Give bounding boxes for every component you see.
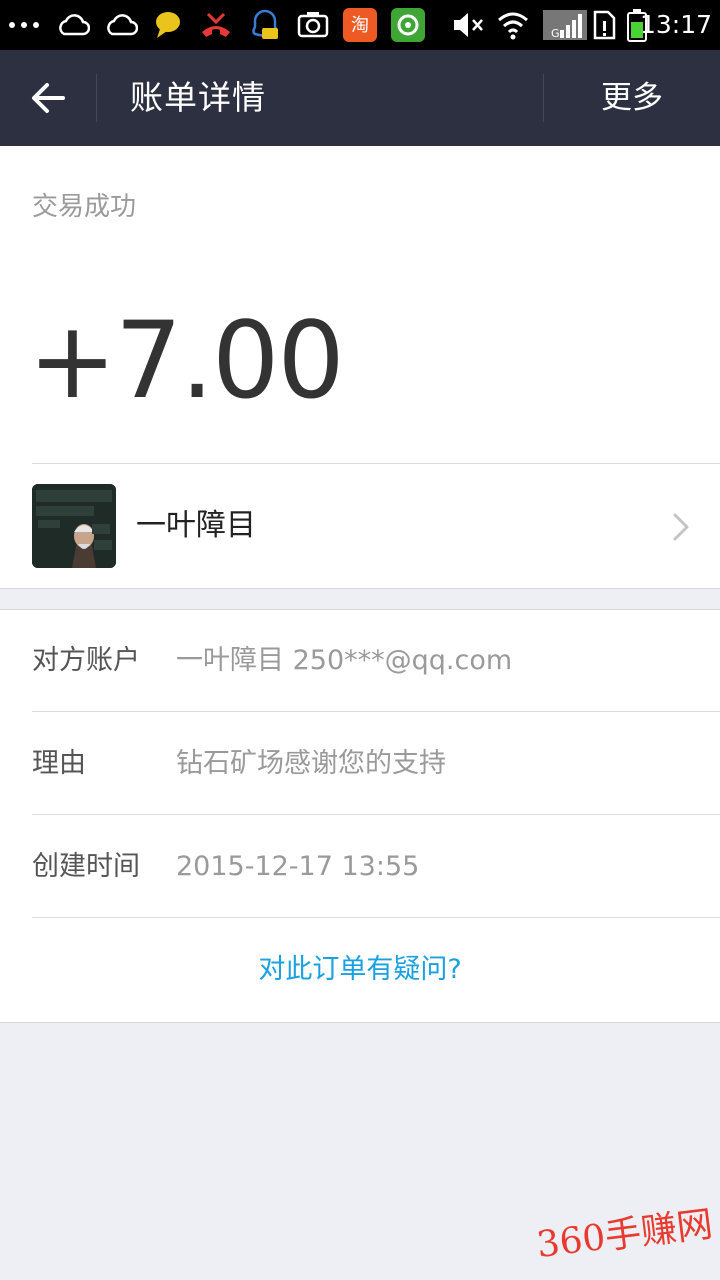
cloud-icon — [107, 14, 138, 36]
chat-bubble-icon — [156, 12, 180, 38]
detail-row-created-time: 创建时间 2015-12-17 13:55 — [0, 816, 720, 918]
svg-text:淘: 淘 — [351, 15, 369, 36]
transaction-status: 交易成功 — [32, 192, 137, 222]
status-time: 13:17 — [639, 10, 712, 39]
signal-icon: G — [543, 10, 587, 40]
mute-icon — [454, 13, 483, 37]
detail-value: 一叶障目 250***@qq.com — [176, 645, 513, 676]
status-bar: 淘 G 13:17 — [0, 0, 720, 50]
detail-label: 理由 — [32, 748, 86, 779]
divider — [32, 711, 720, 712]
taobao-icon: 淘 — [343, 8, 377, 42]
detail-row-account: 对方账户 一叶障目 250***@qq.com — [0, 610, 720, 712]
divider — [32, 814, 720, 815]
detail-value: 钻石矿场感谢您的支持 — [176, 748, 446, 779]
cloud-icon — [59, 14, 90, 36]
detail-label: 对方账户 — [32, 645, 140, 676]
more-button[interactable]: 更多 — [544, 50, 720, 146]
back-arrow-icon — [32, 83, 65, 113]
avatar-image — [32, 484, 116, 568]
transaction-details-card: 对方账户 一叶障目 250***@qq.com 理由 钻石矿场感谢您的支持 创建… — [0, 609, 720, 1023]
wifi-icon — [498, 12, 528, 40]
payer-row[interactable]: 一叶障目 — [0, 464, 720, 588]
transaction-summary-card: 交易成功 +7.00 一叶障目 — [0, 146, 720, 589]
nav-divider — [96, 74, 97, 122]
chevron-right-icon — [673, 513, 689, 541]
app-icon — [391, 8, 425, 42]
detail-row-reason: 理由 钻石矿场感谢您的支持 — [0, 713, 720, 815]
order-question-link[interactable]: 对此订单有疑问? — [0, 918, 720, 1022]
svg-text:G: G — [551, 27, 560, 40]
avatar — [32, 484, 116, 568]
detail-label: 创建时间 — [32, 851, 140, 882]
sim-alert-icon — [593, 10, 616, 40]
screenshot-icon — [297, 12, 329, 38]
qq-message-icon — [252, 9, 278, 39]
missed-call-icon — [202, 12, 230, 37]
page-title: 账单详情 — [130, 78, 266, 117]
detail-value: 2015-12-17 13:55 — [176, 851, 420, 882]
back-button[interactable] — [0, 50, 96, 146]
watermark: 360手赚网 — [534, 1203, 715, 1267]
transaction-amount: +7.00 — [28, 299, 345, 422]
payer-name: 一叶障目 — [136, 508, 256, 543]
more-dots-icon — [9, 22, 39, 28]
nav-bar: 账单详情 更多 — [0, 50, 720, 146]
